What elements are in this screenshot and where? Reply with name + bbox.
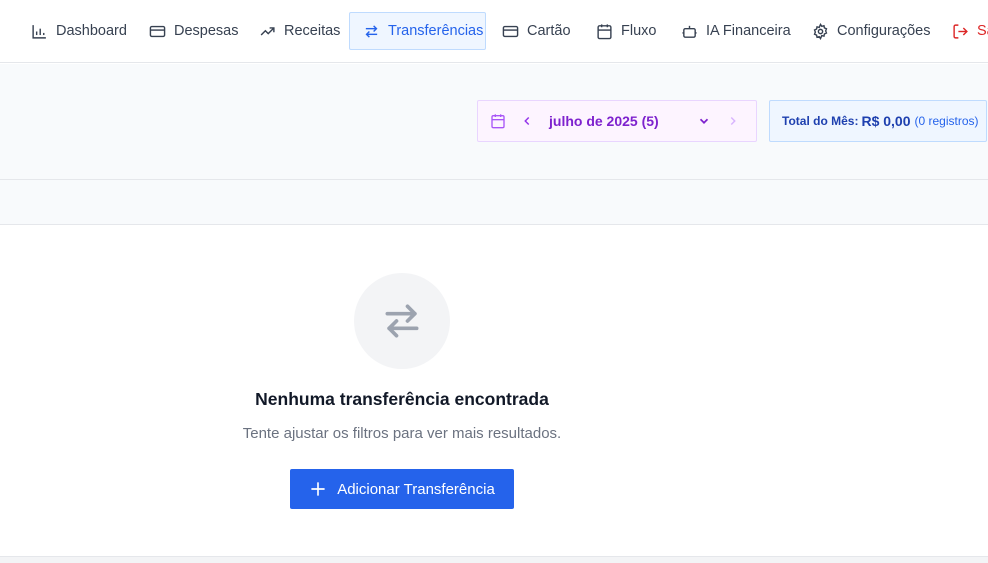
logout-icon (953, 23, 968, 39)
nav-item-despesas[interactable]: Despesas (135, 12, 252, 50)
nav-item-transferencias[interactable]: Transferências (349, 12, 486, 50)
nav-item-ia-financeira[interactable]: IA Financeira (667, 12, 805, 50)
nav-item-label: IA Financeira (706, 23, 791, 39)
gear-icon (813, 22, 828, 40)
plus-icon (311, 482, 326, 496)
nav-item-label: Sa (977, 23, 988, 39)
nav-item-label: Fluxo (621, 23, 657, 39)
credit-card-icon (502, 25, 519, 37)
bottom-divider (0, 556, 988, 563)
total-count: (0 registros) (914, 114, 979, 128)
chevron-right-icon[interactable] (726, 101, 740, 141)
transfer-arrows-icon (365, 24, 378, 38)
robot-icon (682, 25, 697, 38)
empty-state-icon-circle (354, 273, 450, 369)
nav-item-label: Cartão (527, 23, 571, 39)
empty-state-subtitle: Tente ajustar os filtros para ver mais r… (242, 425, 562, 442)
nav-item-dashboard[interactable]: Dashboard (17, 12, 141, 50)
total-value: R$ 0,00 (861, 113, 911, 129)
month-picker[interactable]: julho de 2025 (5) (477, 100, 757, 142)
total-label: Total do Mês: (782, 114, 859, 128)
nav-item-label: Transferências (388, 23, 484, 39)
nav-item-label: Receitas (284, 23, 341, 39)
add-transfer-label: Adicionar Transferência (337, 480, 495, 498)
nav-item-receitas[interactable]: Receitas (245, 12, 354, 50)
transfer-arrows-icon (385, 304, 419, 338)
month-total-box: Total do Mês: R$ 0,00 (0 registros) (769, 100, 987, 142)
nav-item-configuracoes[interactable]: Configurações (798, 12, 945, 50)
calendar-icon (490, 101, 506, 141)
nav-item-label: Despesas (174, 23, 239, 39)
chevron-down-icon[interactable] (697, 101, 711, 141)
nav-item-label: Dashboard (56, 23, 127, 39)
calendar-icon (597, 23, 612, 39)
nav-item-cartao[interactable]: Cartão (488, 12, 585, 50)
nav-item-logout[interactable]: Sa (938, 12, 988, 50)
top-navigation: Dashboard Despesas Receitas Transferênci… (0, 0, 988, 63)
add-transfer-button[interactable]: Adicionar Transferência (290, 469, 514, 509)
month-label: julho de 2025 (5) (549, 113, 659, 129)
credit-card-icon (149, 25, 166, 37)
chevron-left-icon[interactable] (520, 101, 534, 141)
nav-item-fluxo[interactable]: Fluxo (582, 12, 670, 50)
trending-up-icon (260, 26, 275, 36)
empty-state-title: Nenhuma transferência encontrada (255, 389, 549, 409)
nav-item-label: Configurações (837, 23, 931, 39)
bar-chart-icon (32, 24, 46, 39)
list-header-band (0, 180, 988, 225)
